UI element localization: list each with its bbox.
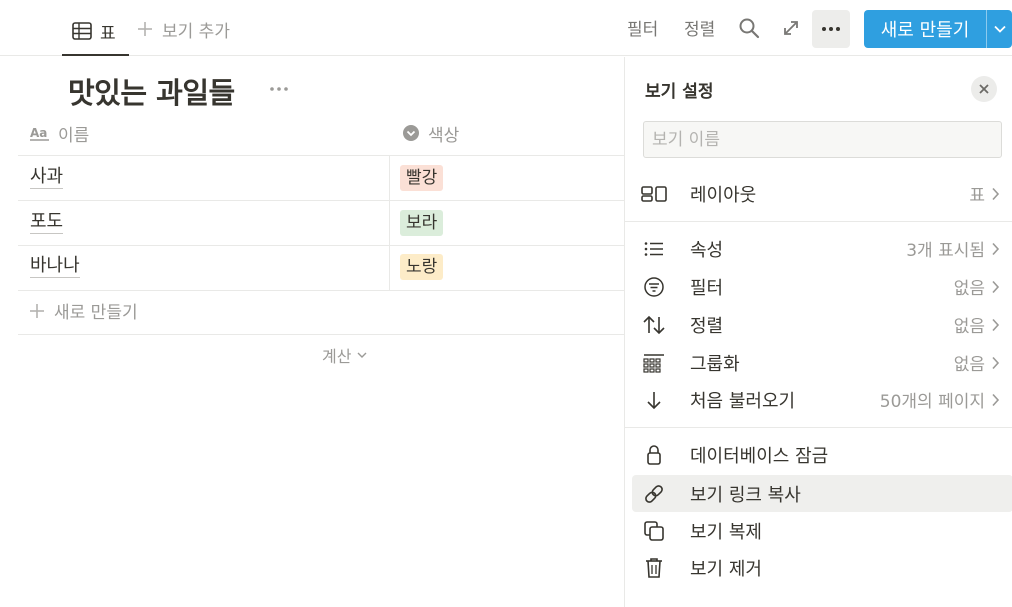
layout-icon: [632, 175, 676, 212]
copy-view-link-row[interactable]: 보기 링크 복사: [632, 475, 1012, 512]
new-button[interactable]: 새로 만들기: [864, 10, 1012, 48]
trash-icon: [632, 549, 676, 586]
panel-divider: [625, 427, 1012, 428]
panel-divider: [625, 221, 1012, 222]
new-button-label[interactable]: 새로 만들기: [864, 16, 986, 42]
column-header-label: 색상: [428, 125, 460, 146]
layout-row[interactable]: 레이아웃 표: [632, 175, 1012, 212]
delete-view-row[interactable]: 보기 제거: [632, 549, 1012, 586]
row-value: 50개의 페이지: [879, 392, 985, 412]
column-header-label: 이름: [58, 125, 90, 146]
row-label: 필터: [690, 277, 724, 299]
row-value: 표: [969, 186, 985, 206]
table-divider: [18, 334, 624, 335]
search-icon[interactable]: [737, 16, 761, 40]
svg-text:Aa: Aa: [30, 126, 47, 140]
chevron-right-icon: [991, 280, 1012, 294]
chevron-right-icon: [991, 242, 1012, 256]
load-limit-row[interactable]: 처음 불러오기 50개의 페이지: [632, 381, 1012, 418]
properties-row[interactable]: 속성 3개 표시됨: [632, 230, 1012, 267]
expand-icon[interactable]: [779, 16, 803, 40]
plus-icon: [28, 302, 46, 320]
link-icon: [632, 475, 676, 512]
sort-button[interactable]: 정렬: [684, 15, 715, 40]
color-tag[interactable]: 보라: [400, 210, 444, 236]
group-icon: [632, 344, 676, 381]
select-type-icon: [402, 124, 420, 142]
row-value: 3개 표시됨: [906, 241, 985, 261]
row-value: 없음: [953, 317, 985, 337]
more-horizontal-icon[interactable]: [268, 80, 294, 98]
list-icon: [632, 230, 676, 267]
row-label: 그룹화: [690, 353, 740, 375]
tab-label: 표: [100, 23, 116, 44]
add-view-label: 보기 추가: [162, 21, 230, 42]
row-label: 레이아웃: [690, 184, 757, 206]
chevron-right-icon: [991, 318, 1012, 332]
table-divider: [18, 290, 624, 291]
row-label: 처음 불러오기: [690, 390, 796, 412]
table-divider: [18, 200, 624, 201]
cell-name[interactable]: 사과: [30, 166, 64, 189]
row-label: 보기 복제: [690, 521, 762, 543]
row-value: 없음: [953, 355, 985, 375]
lock-icon: [632, 436, 676, 473]
column-header-color[interactable]: 색상: [402, 118, 459, 148]
lock-database-row[interactable]: 데이터베이스 잠금: [632, 436, 1012, 473]
calculate-label: 계산: [322, 347, 352, 366]
row-value: 없음: [953, 279, 985, 299]
group-row[interactable]: 그룹화 없음: [632, 344, 1012, 381]
color-tag[interactable]: 빨강: [400, 165, 444, 191]
row-label: 데이터베이스 잠금: [690, 445, 829, 467]
row-label: 보기 제거: [690, 558, 762, 580]
add-view-button[interactable]: 보기 추가: [136, 14, 230, 44]
database-title[interactable]: 맛있는 과일들: [68, 70, 235, 112]
row-label: 보기 링크 복사: [690, 484, 801, 506]
column-divider: [389, 155, 390, 290]
sort-icon: [632, 306, 676, 343]
table-icon: [72, 22, 92, 40]
row-label: 정렬: [690, 315, 724, 337]
chevron-right-icon: [991, 356, 1012, 370]
more-options-button[interactable]: [812, 10, 850, 48]
calculate-button[interactable]: 계산: [322, 343, 368, 367]
new-row-button[interactable]: 새로 만들기: [28, 298, 138, 323]
cell-name[interactable]: 포도: [30, 211, 64, 234]
close-icon: [978, 83, 990, 95]
close-button[interactable]: [971, 76, 997, 102]
sort-row[interactable]: 정렬 없음: [632, 306, 1012, 343]
filter-row[interactable]: 필터 없음: [632, 268, 1012, 305]
panel-title: 보기 설정: [645, 82, 714, 102]
arrow-down-icon: [632, 381, 676, 418]
view-settings-panel: 보기 설정 레이아웃 표 속성 3개 표시됨 필터 없음: [624, 57, 1012, 607]
tab-table-view[interactable]: 표: [62, 8, 129, 56]
filter-icon: [632, 268, 676, 305]
view-name-input[interactable]: [643, 121, 1002, 158]
row-label: 속성: [690, 239, 724, 261]
table-divider: [18, 155, 624, 156]
color-tag[interactable]: 노랑: [400, 254, 444, 280]
more-horizontal-icon: [821, 26, 841, 32]
top-bar: 표 보기 추가 필터 정렬 새로 만들기: [0, 0, 1012, 56]
chevron-down-icon[interactable]: [987, 25, 1012, 33]
chevron-down-icon: [356, 351, 368, 359]
column-header-name[interactable]: Aa 이름: [30, 118, 89, 148]
duplicate-view-row[interactable]: 보기 복제: [632, 512, 1012, 549]
plus-icon: [136, 20, 154, 38]
table-divider: [18, 245, 624, 246]
new-row-label: 새로 만들기: [54, 303, 138, 323]
duplicate-icon: [632, 512, 676, 549]
filter-button[interactable]: 필터: [627, 15, 658, 40]
chevron-right-icon: [991, 187, 1012, 201]
chevron-right-icon: [991, 393, 1012, 407]
cell-name[interactable]: 바나나: [30, 255, 80, 278]
text-type-icon: Aa: [30, 125, 50, 141]
